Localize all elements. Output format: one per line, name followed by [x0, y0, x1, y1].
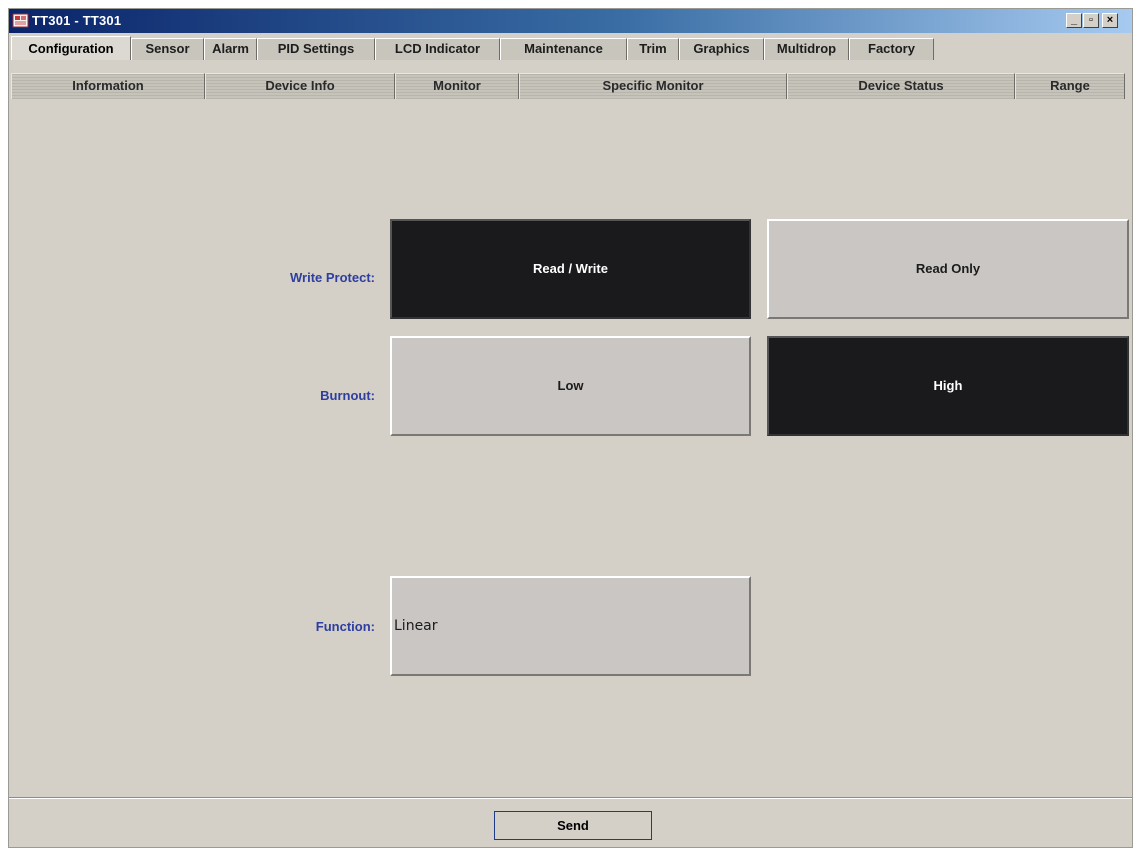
- window-title: TT301 - TT301: [32, 13, 122, 28]
- tab-graphics[interactable]: Graphics: [679, 38, 764, 60]
- minimize-button[interactable]: _: [1066, 13, 1082, 28]
- read-write-button[interactable]: Read / Write: [390, 219, 751, 319]
- tab-maintenance[interactable]: Maintenance: [500, 38, 627, 60]
- app-window: TT301 - TT301 _ ▫ × Configuration Sensor…: [8, 8, 1133, 848]
- tab-specific-monitor[interactable]: Specific Monitor: [519, 73, 787, 99]
- burnout-label: Burnout:: [320, 388, 375, 403]
- read-only-button[interactable]: Read Only: [767, 219, 1129, 319]
- tab-sensor[interactable]: Sensor: [131, 38, 204, 60]
- tab-multidrop[interactable]: Multidrop: [764, 38, 849, 60]
- burnout-low-button[interactable]: Low: [390, 336, 751, 436]
- tab-alarm[interactable]: Alarm: [204, 38, 257, 60]
- close-button[interactable]: ×: [1102, 13, 1118, 28]
- bottom-divider: [9, 797, 1132, 799]
- configuration-panel: Write Protect: Read / Write Read Only Bu…: [9, 99, 1132, 799]
- tab-range[interactable]: Range: [1015, 73, 1125, 99]
- send-button[interactable]: Send: [494, 811, 652, 840]
- function-field[interactable]: Linear: [390, 576, 751, 676]
- tab-configuration[interactable]: Configuration: [11, 36, 131, 60]
- tab-device-status[interactable]: Device Status: [787, 73, 1015, 99]
- main-tab-bar: Configuration Sensor Alarm PID Settings …: [9, 36, 1132, 60]
- send-button-label: Send: [557, 818, 589, 833]
- app-icon: [12, 13, 29, 28]
- tab-monitor[interactable]: Monitor: [395, 73, 519, 99]
- tab-lcd-indicator[interactable]: LCD Indicator: [375, 38, 500, 60]
- function-label: Function:: [315, 619, 375, 634]
- tab-factory[interactable]: Factory: [849, 38, 934, 60]
- tab-pid-settings[interactable]: PID Settings: [257, 38, 375, 60]
- burnout-high-button[interactable]: High: [767, 336, 1129, 436]
- write-protect-label: Write Protect:: [290, 270, 375, 285]
- tab-trim[interactable]: Trim: [627, 38, 679, 60]
- tab-information[interactable]: Information: [11, 73, 205, 99]
- sub-tab-bar: Information Device Info Monitor Specific…: [9, 73, 1132, 99]
- function-value: Linear: [394, 618, 438, 634]
- title-bar[interactable]: TT301 - TT301 _ ▫ ×: [9, 9, 1132, 33]
- tab-device-info[interactable]: Device Info: [205, 73, 395, 99]
- maximize-button[interactable]: ▫: [1083, 13, 1099, 28]
